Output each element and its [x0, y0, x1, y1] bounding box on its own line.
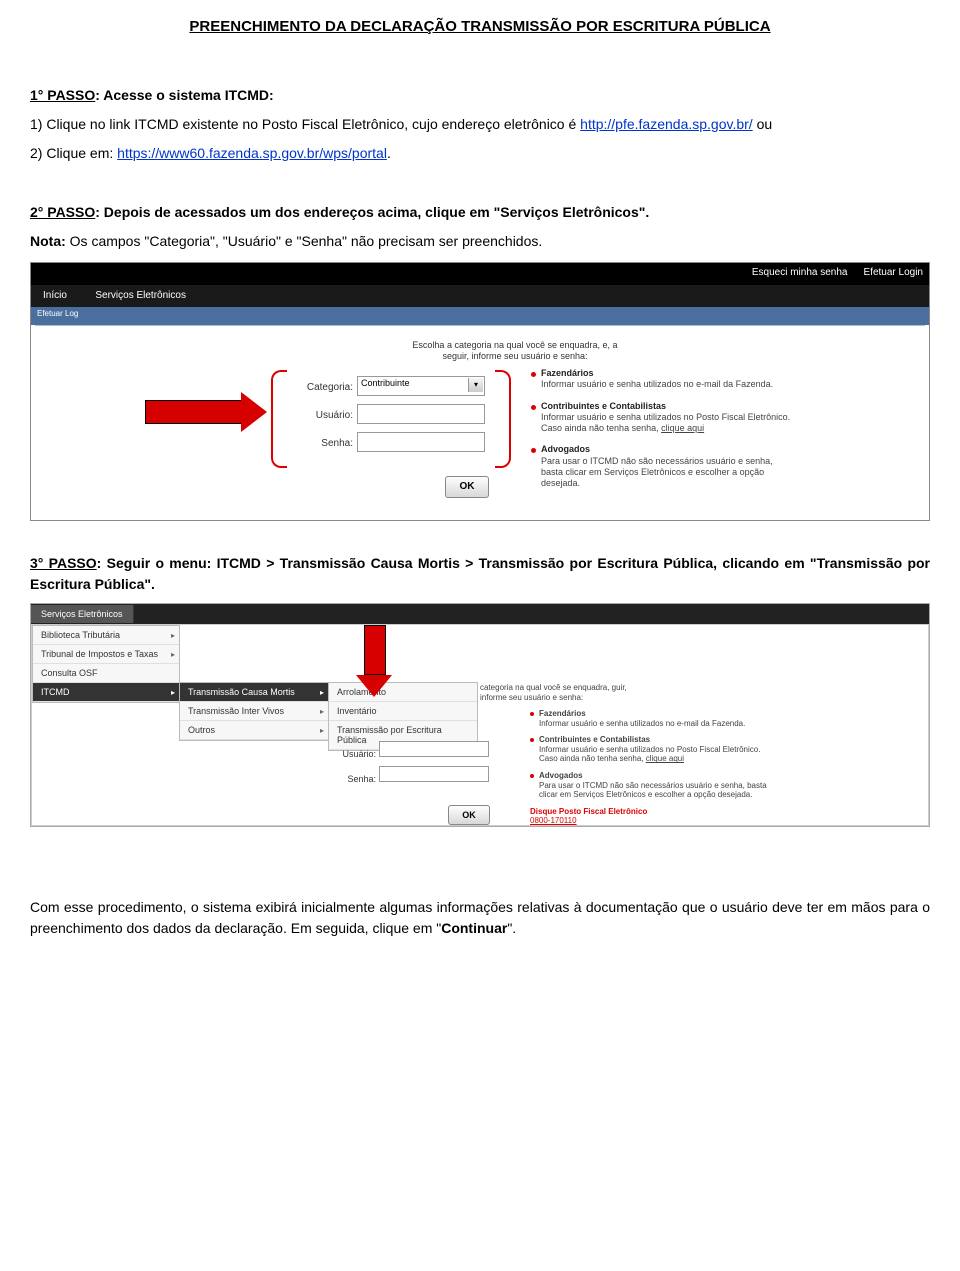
link-portal[interactable]: https://www60.fazenda.sp.gov.br/wps/port…: [117, 145, 387, 161]
nav-tabs: Início Serviços Eletrônicos: [31, 285, 929, 307]
ok-button-2[interactable]: OK: [448, 805, 490, 825]
senha-label-2: Senha:: [318, 774, 376, 784]
tab-inicio[interactable]: Início: [31, 285, 79, 306]
screenshot-menu: Serviços Eletrônicos Biblioteca Tributár…: [30, 603, 930, 827]
usuario-label: Usuário:: [291, 410, 353, 421]
usuario-label-2: Usuário:: [318, 749, 376, 759]
step3-text: 3° PASSO: Seguir o menu: ITCMD > Transmi…: [30, 553, 930, 595]
menu-arrolamento[interactable]: Arrolamento: [329, 683, 477, 702]
bracket-right-icon: [495, 370, 511, 468]
tab-servicos[interactable]: Serviços Eletrônicos: [83, 285, 198, 306]
roles-info-2: FazendáriosInformar usuário e senha util…: [530, 709, 772, 826]
nota: Nota: Os campos "Categoria", "Usuário" e…: [30, 231, 930, 252]
sub-bar: Efetuar Log: [31, 307, 929, 325]
page-title: PREENCHIMENTO DA DECLARAÇÃO TRANSMISSÃO …: [30, 18, 930, 35]
senha-input-2[interactable]: [379, 766, 489, 782]
form-intro-2: categoria na qual você se enquadra, guir…: [480, 683, 650, 702]
bracket-left-icon: [271, 370, 287, 468]
step1-text2: 2) Clique em: https://www60.fazenda.sp.g…: [30, 143, 930, 164]
roles-info: FazendáriosInformar usuário e senha util…: [531, 368, 791, 499]
chevron-down-icon[interactable]: ▾: [468, 378, 483, 392]
menu-itcmd[interactable]: ITCMD▸: [33, 683, 179, 702]
arrow-right-icon: [145, 400, 243, 424]
menu-col1: Biblioteca Tributária▸ Tribunal de Impos…: [32, 625, 180, 703]
screenshot-login: Esqueci minha senha Efetuar Login Início …: [30, 262, 930, 521]
clique-aqui-link-2[interactable]: clique aqui: [646, 754, 684, 763]
login-link[interactable]: Efetuar Login: [864, 267, 924, 278]
categoria-label: Categoria:: [291, 382, 353, 393]
menu-biblioteca[interactable]: Biblioteca Tributária▸: [33, 626, 179, 645]
menu-causa-mortis[interactable]: Transmissão Causa Mortis▸: [180, 683, 328, 702]
step1-heading: 1° PASSO: Acesse o sistema ITCMD:: [30, 85, 930, 106]
menu-consulta[interactable]: Consulta OSF: [33, 664, 179, 683]
link-pfe[interactable]: http://pfe.fazenda.sp.gov.br/: [580, 116, 753, 132]
arrow-down-icon: [356, 625, 392, 697]
menu-inventario[interactable]: Inventário: [329, 702, 477, 721]
menu-col2: Transmissão Causa Mortis▸ Transmissão In…: [179, 682, 329, 741]
phone-link[interactable]: 0800-170110: [530, 816, 772, 826]
menu-inter-vivos[interactable]: Transmissão Inter Vivos▸: [180, 702, 328, 721]
menu-outros[interactable]: Outros▸: [180, 721, 328, 740]
clique-aqui-link[interactable]: clique aqui: [661, 423, 704, 433]
ok-button[interactable]: OK: [445, 476, 489, 498]
tab-servicos-2[interactable]: Serviços Eletrônicos: [31, 605, 134, 623]
form-intro: Escolha a categoria na qual você se enqu…: [405, 340, 625, 362]
closing-text: Com esse procedimento, o sistema exibirá…: [30, 897, 930, 939]
forgot-password-link[interactable]: Esqueci minha senha: [752, 267, 848, 278]
step2-text: 2° PASSO: Depois de acessados um dos end…: [30, 202, 930, 223]
categoria-select[interactable]: Contribuinte▾: [357, 376, 485, 396]
senha-input[interactable]: [357, 432, 485, 452]
menu-tribunal[interactable]: Tribunal de Impostos e Taxas▸: [33, 645, 179, 664]
usuario-input-2[interactable]: [379, 741, 489, 757]
top-bar: Esqueci minha senha Efetuar Login: [31, 263, 929, 285]
usuario-input[interactable]: [357, 404, 485, 424]
step1-text1: 1) Clique no link ITCMD existente no Pos…: [30, 114, 930, 135]
senha-label: Senha:: [291, 438, 353, 449]
